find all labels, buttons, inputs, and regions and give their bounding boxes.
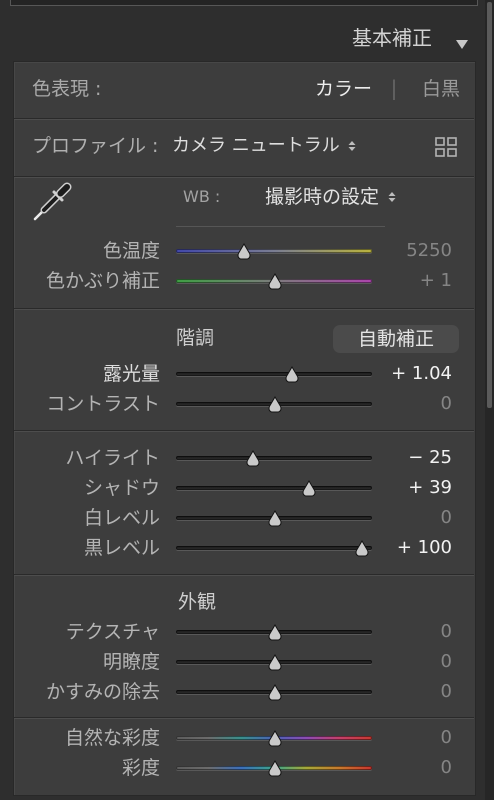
saturation-label: 彩度 (121, 757, 160, 779)
treatment-separator: | (390, 76, 398, 100)
scrollbar-thumb[interactable] (487, 2, 492, 408)
section-divider (14, 308, 474, 310)
vibrance-value[interactable]: 0 (372, 723, 452, 753)
temperature-label: 色温度 (102, 240, 160, 262)
grid-icon[interactable] (435, 137, 457, 157)
dehaze-value[interactable]: 0 (372, 677, 452, 707)
texture-value[interactable]: 0 (372, 617, 452, 647)
profile-label: プロファイル : (32, 135, 159, 157)
wb-value: 撮影時の設定 (265, 186, 380, 208)
section-divider (14, 430, 474, 432)
clarity-thumb[interactable] (268, 654, 282, 671)
exposure-thumb[interactable] (285, 366, 299, 383)
exposure-label: 露光量 (102, 363, 160, 385)
presence-heading: 外観 (177, 591, 216, 613)
updown-arrows-icon (388, 188, 396, 207)
shadows-thumb[interactable] (302, 480, 316, 497)
panel-title: 基本補正 (352, 26, 432, 50)
texture-thumb[interactable] (268, 624, 282, 641)
saturation-thumb[interactable] (268, 760, 282, 777)
dehaze-label: かすみの除去 (45, 681, 160, 703)
shadows-slider[interactable]: シャドウ + 39 (0, 473, 480, 503)
wb-label: WB : (183, 187, 221, 206)
highlights-slider[interactable]: ハイライト − 25 (0, 443, 480, 473)
texture-slider[interactable]: テクスチャ 0 (0, 617, 480, 647)
whites-value[interactable]: 0 (372, 503, 452, 533)
tint-thumb[interactable] (268, 273, 282, 290)
shadows-label: シャドウ (83, 477, 160, 499)
tint-label: 色かぶり補正 (45, 270, 160, 292)
profile-dropdown[interactable]: カメラ ニュートラル (172, 133, 356, 159)
blacks-slider[interactable]: 黒レベル + 100 (0, 533, 480, 563)
dehaze-slider[interactable]: かすみの除去 0 (0, 677, 480, 707)
shadows-value[interactable]: + 39 (372, 473, 452, 503)
shadows-track[interactable] (176, 486, 372, 490)
contrast-value[interactable]: 0 (372, 389, 452, 419)
temperature-thumb[interactable] (237, 243, 251, 260)
saturation-slider[interactable]: 彩度 0 (0, 753, 480, 783)
clarity-slider[interactable]: 明瞭度 0 (0, 647, 480, 677)
saturation-value[interactable]: 0 (372, 753, 452, 783)
tint-value[interactable]: + 1 (372, 266, 452, 296)
section-divider (14, 176, 474, 178)
exposure-track[interactable] (176, 372, 372, 376)
updown-arrows-icon (348, 137, 356, 156)
wb-dropdown[interactable]: 撮影時の設定 (265, 184, 396, 210)
profile-value: カメラ ニュートラル (172, 135, 340, 156)
highlights-label: ハイライト (65, 447, 160, 469)
exposure-slider[interactable]: 露光量 + 1.04 (0, 359, 480, 389)
tone-heading: 階調 (175, 327, 214, 349)
contrast-slider[interactable]: コントラスト 0 (0, 389, 480, 419)
dehaze-thumb[interactable] (268, 684, 282, 701)
section-divider (14, 574, 474, 576)
auto-tone-button[interactable]: 自動補正 (333, 325, 459, 353)
vibrance-slider[interactable]: 自然な彩度 0 (0, 723, 480, 753)
temperature-slider[interactable]: 色温度 5250 (0, 236, 480, 266)
temperature-value[interactable]: 5250 (372, 236, 452, 266)
treatment-label: 色表現 : (32, 78, 102, 100)
treatment-color-option[interactable]: カラー (296, 76, 372, 102)
vibrance-label: 自然な彩度 (64, 727, 160, 749)
contrast-label: コントラスト (46, 393, 160, 415)
blacks-value[interactable]: + 100 (372, 533, 452, 563)
whites-thumb[interactable] (268, 510, 282, 527)
vibrance-thumb[interactable] (268, 730, 282, 747)
temperature-track[interactable] (176, 249, 372, 253)
clarity-label: 明瞭度 (102, 651, 160, 673)
blacks-label: 黒レベル (83, 537, 160, 559)
clarity-value[interactable]: 0 (372, 647, 452, 677)
whites-slider[interactable]: 白レベル 0 (0, 503, 480, 533)
whites-label: 白レベル (83, 507, 160, 529)
highlights-value[interactable]: − 25 (372, 443, 452, 473)
tint-slider[interactable]: 色かぶり補正 + 1 (0, 266, 480, 296)
blacks-thumb[interactable] (355, 540, 369, 557)
panel-header[interactable]: 基本補正 (0, 8, 484, 60)
highlights-track[interactable] (176, 456, 372, 460)
previous-panel-edge (10, 0, 478, 6)
treatment-bw-option[interactable]: 白黒 (414, 76, 460, 102)
exposure-value[interactable]: + 1.04 (372, 359, 452, 389)
blacks-track[interactable] (176, 546, 372, 550)
section-divider (14, 717, 474, 719)
eyedropper-icon[interactable] (31, 181, 73, 223)
texture-label: テクスチャ (65, 621, 160, 643)
contrast-thumb[interactable] (268, 396, 282, 413)
highlights-thumb[interactable] (246, 450, 260, 467)
wb-divider (176, 226, 385, 227)
collapse-triangle-icon[interactable] (456, 34, 468, 49)
section-divider (14, 118, 474, 120)
